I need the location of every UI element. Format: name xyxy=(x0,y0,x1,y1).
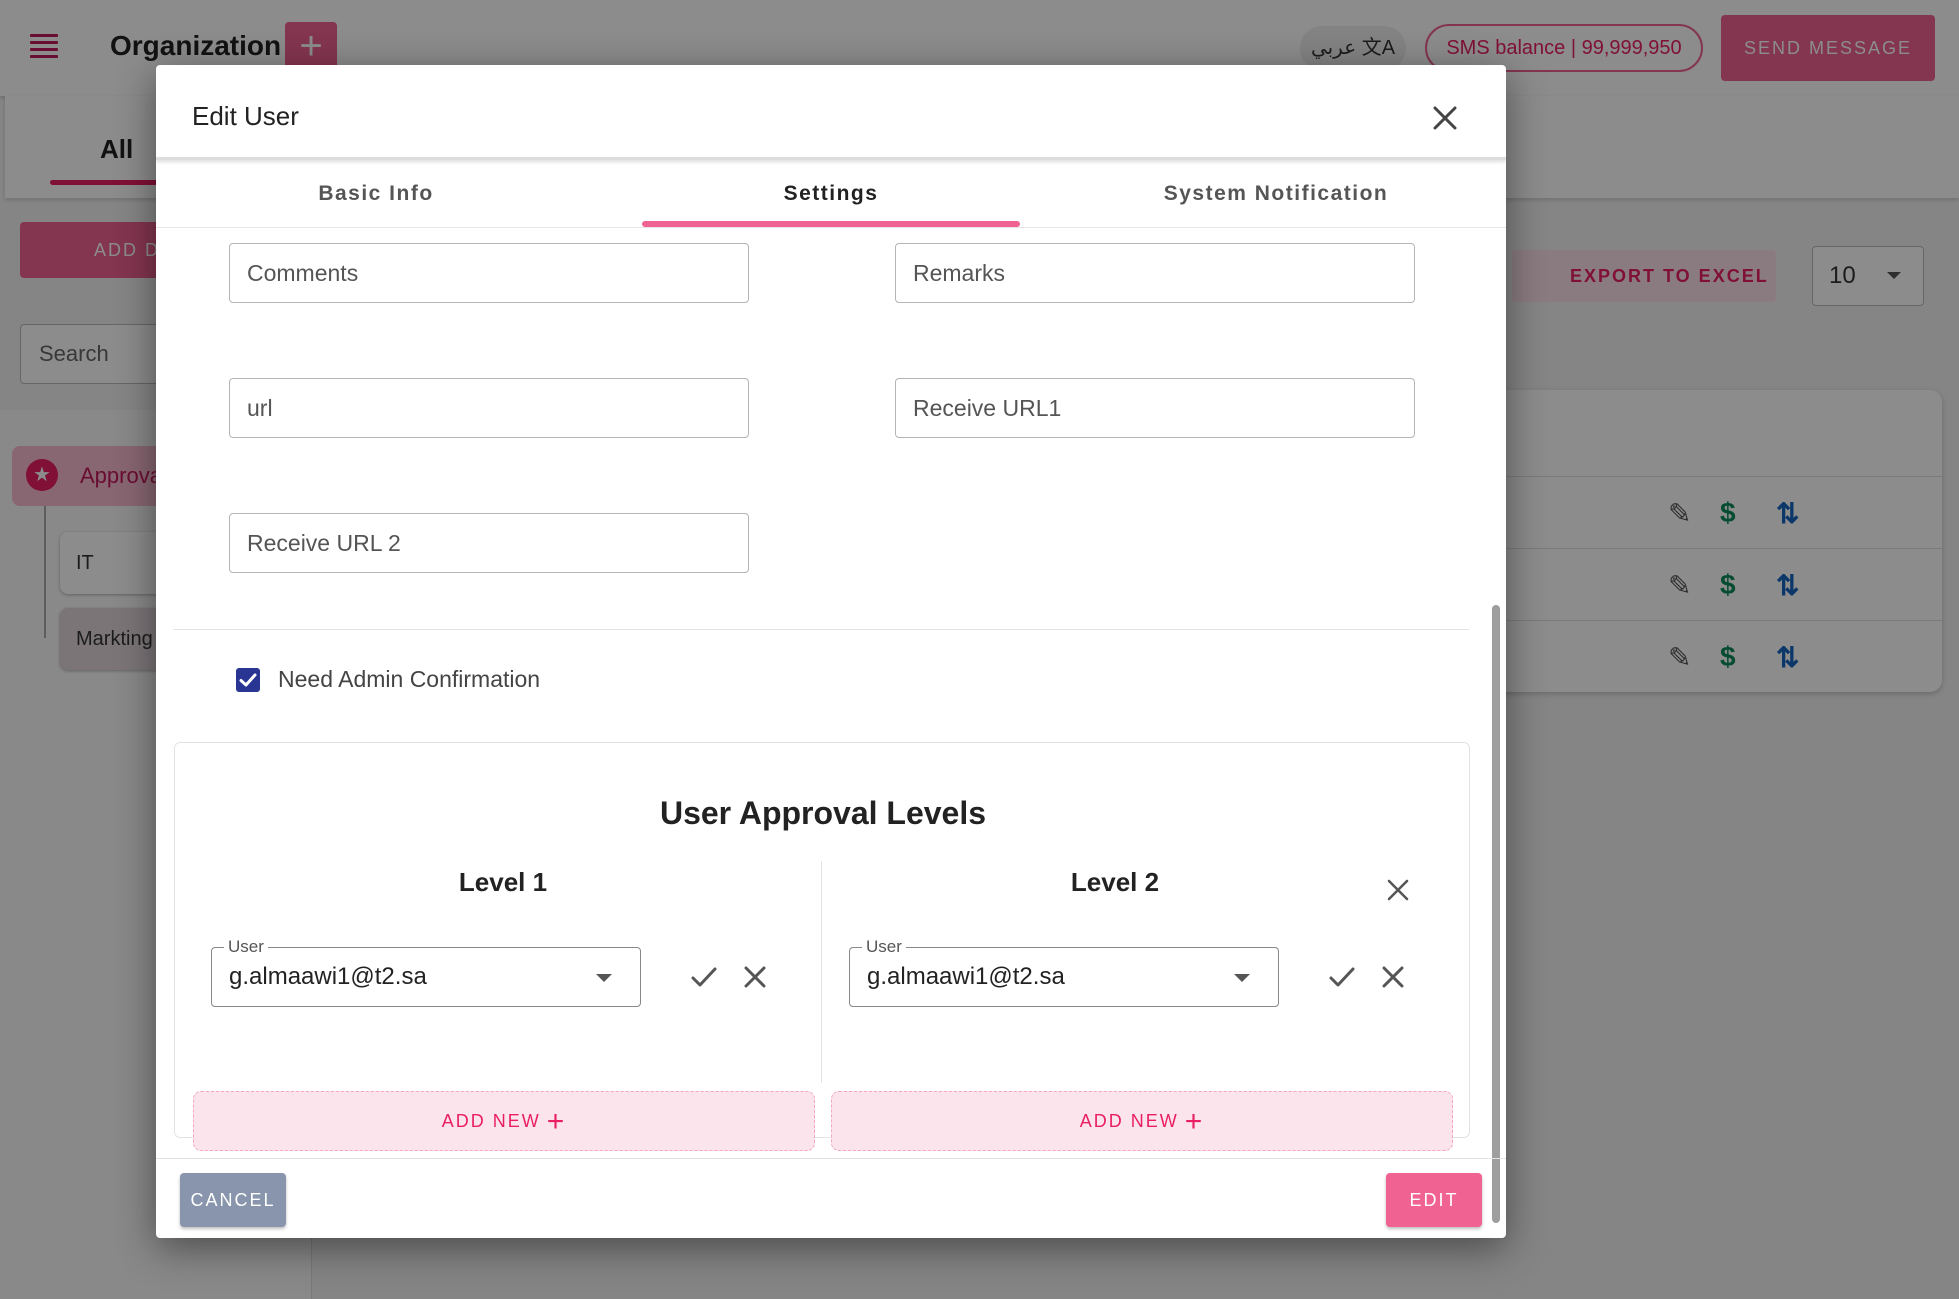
cancel-button[interactable]: CANCEL xyxy=(180,1173,286,1227)
user-select-value: g.almaawi1@t2.sa xyxy=(867,963,1065,990)
dialog-title: Edit User xyxy=(192,101,299,131)
level-1-title: Level 1 xyxy=(458,867,548,897)
edit-user-dialog: Edit User Basic Info Settings System Not… xyxy=(156,65,1506,1238)
plus-icon: + xyxy=(1184,1105,1205,1139)
add-new-label: ADD NEW xyxy=(1079,1111,1179,1131)
section-divider xyxy=(173,629,1469,630)
chevron-down-icon xyxy=(596,974,612,982)
footer-divider xyxy=(156,1158,1506,1159)
tabs-divider xyxy=(156,227,1506,228)
receive-url1-field[interactable]: Receive URL1 xyxy=(895,378,1415,438)
level-divider xyxy=(821,861,822,1083)
header-divider xyxy=(156,157,1506,160)
need-admin-confirmation-checkbox[interactable] xyxy=(236,668,260,692)
remarks-field[interactable]: Remarks xyxy=(895,243,1415,303)
dialog-scrollbar[interactable] xyxy=(1492,605,1500,1223)
chevron-down-icon xyxy=(1234,974,1250,982)
close-icon[interactable] xyxy=(738,960,772,994)
user-select-label: User xyxy=(224,937,268,957)
url-field[interactable]: url xyxy=(229,378,749,438)
plus-icon: + xyxy=(546,1105,567,1139)
check-icon[interactable] xyxy=(687,960,721,994)
remove-level-icon[interactable] xyxy=(1383,875,1413,905)
edit-button[interactable]: EDIT xyxy=(1386,1173,1482,1227)
level-1-user-select[interactable]: User g.almaawi1@t2.sa xyxy=(211,937,641,1007)
tab-system-notification[interactable]: System Notification xyxy=(1056,182,1496,206)
user-select-value: g.almaawi1@t2.sa xyxy=(229,963,427,990)
approval-levels-card: User Approval Levels Level 1 User g.alma… xyxy=(174,742,1470,1151)
need-admin-confirmation-label: Need Admin Confirmation xyxy=(278,666,541,692)
user-select-label: User xyxy=(862,937,906,957)
receive-url2-field[interactable]: Receive URL 2 xyxy=(229,513,749,573)
level-2-add-new-button[interactable]: ADD NEW + xyxy=(831,1091,1453,1151)
comments-field[interactable]: Comments xyxy=(229,243,749,303)
level-2-title: Level 2 xyxy=(1070,867,1160,897)
tab-basic-info[interactable]: Basic Info xyxy=(156,182,596,206)
level-2-user-select[interactable]: User g.almaawi1@t2.sa xyxy=(849,937,1279,1007)
tab-settings[interactable]: Settings xyxy=(611,182,1051,206)
add-new-label: ADD NEW xyxy=(441,1111,541,1131)
level-1-add-new-button[interactable]: ADD NEW + xyxy=(193,1091,815,1151)
approval-levels-title: User Approval Levels xyxy=(659,795,987,831)
close-icon[interactable] xyxy=(1376,960,1410,994)
close-icon[interactable] xyxy=(1424,97,1466,139)
check-icon[interactable] xyxy=(1325,960,1359,994)
